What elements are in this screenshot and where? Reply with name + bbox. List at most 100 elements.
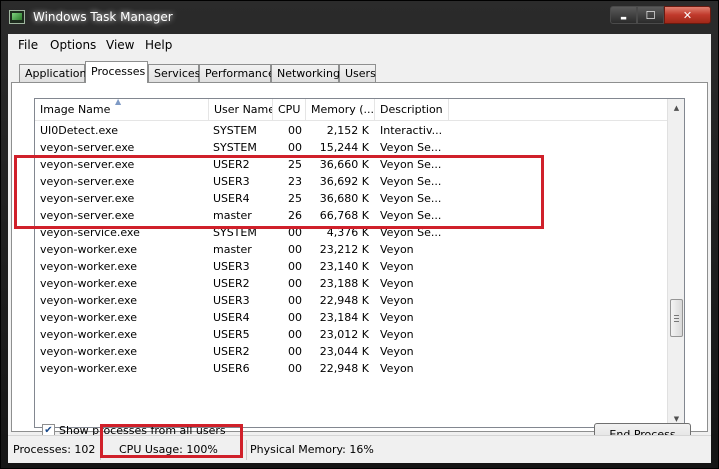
cell-memory: 2,152 K (326, 124, 369, 137)
column-cpu[interactable]: CPU (273, 99, 306, 121)
thumb-grip (674, 318, 679, 319)
menu-bar: File Options View Help (8, 34, 711, 56)
status-processes: Processes: 102 (13, 440, 101, 460)
status-physical-memory: Physical Memory: 16% (250, 443, 374, 456)
cell-user-name: SYSTEM (213, 226, 257, 239)
cell-cpu: 00 (288, 141, 302, 154)
cell-image-name: veyon-server.exe (40, 141, 135, 154)
cell-user-name: master (213, 209, 252, 222)
cell-image-name: veyon-server.exe (40, 209, 135, 222)
table-row[interactable]: veyon-server.exe USER2 25 36,660 K Veyon Se.… (35, 156, 667, 173)
cell-description: Veyon (380, 328, 414, 341)
cell-cpu: 00 (288, 260, 302, 273)
cell-cpu: 00 (288, 226, 302, 239)
table-row[interactable]: veyon-worker.exe USER3 00 23,140 K Veyon (35, 258, 667, 275)
tab-networking[interactable]: Networking (271, 64, 340, 82)
cell-memory: 22,948 K (319, 362, 369, 375)
table-row[interactable]: veyon-worker.exe USER3 00 22,948 K Veyon (35, 292, 667, 309)
cell-memory: 36,680 K (319, 192, 369, 205)
cell-user-name: USER6 (213, 362, 250, 375)
cell-cpu: 00 (288, 345, 302, 358)
tab-processes[interactable]: Processes (85, 61, 148, 83)
minimize-icon: ▬ (620, 14, 627, 22)
process-rows: UI0Detect.exe SYSTEM 00 2,152 K Interactiv..… (35, 122, 667, 377)
cell-description: Veyon (380, 294, 414, 307)
cell-image-name: veyon-worker.exe (40, 277, 137, 290)
column-memory[interactable]: Memory (... (306, 99, 375, 121)
processes-panel: ▲ Image Name User Name CPU Memory (... D… (11, 82, 708, 432)
table-row[interactable]: veyon-worker.exe USER2 00 23,188 K Veyon (35, 275, 667, 292)
scrollbar-thumb[interactable] (670, 299, 683, 337)
cell-memory: 22,948 K (319, 294, 369, 307)
window-title: Windows Task Manager (33, 10, 173, 24)
cell-image-name: veyon-worker.exe (40, 260, 137, 273)
menu-options[interactable]: Options (50, 38, 96, 52)
status-cpu-usage: CPU Usage: 100% (119, 440, 247, 460)
table-row[interactable]: veyon-worker.exe USER4 00 23,184 K Veyon (35, 309, 667, 326)
column-image-name-label: Image Name (40, 103, 111, 116)
cell-image-name: veyon-worker.exe (40, 345, 137, 358)
table-row[interactable]: veyon-worker.exe master 00 23,212 K Veyon (35, 241, 667, 258)
column-user-name[interactable]: User Name (209, 99, 273, 121)
thumb-grip (674, 315, 679, 316)
cell-cpu: 25 (288, 158, 302, 171)
checkmark-icon: ✔ (44, 424, 53, 436)
menu-file[interactable]: File (18, 38, 38, 52)
tab-services[interactable]: Services (148, 64, 200, 82)
column-image-name[interactable]: ▲ Image Name (35, 99, 209, 121)
cell-user-name: USER5 (213, 328, 250, 341)
title-bar[interactable]: Windows Task Manager ▬ ☐ ✕ (1, 1, 718, 34)
cell-user-name: SYSTEM (213, 141, 257, 154)
table-row[interactable]: veyon-service.exe SYSTEM 00 4,376 K Veyon Se… (35, 224, 667, 241)
cell-description: Veyon (380, 277, 414, 290)
column-description[interactable]: Description (375, 99, 449, 121)
task-manager-app-icon (9, 10, 25, 24)
cell-description: Veyon Se... (380, 158, 442, 171)
cell-memory: 23,184 K (319, 311, 369, 324)
cell-memory: 15,244 K (319, 141, 369, 154)
thumb-grip (674, 321, 679, 322)
menu-help[interactable]: Help (145, 38, 172, 52)
table-row[interactable]: veyon-server.exe master 26 66,768 K Veyon Se… (35, 207, 667, 224)
process-list: ▲ Image Name User Name CPU Memory (... D… (34, 98, 685, 428)
table-row[interactable]: veyon-server.exe USER3 23 36,692 K Veyon Se.… (35, 173, 667, 190)
tab-applications[interactable]: Applications (19, 64, 92, 82)
cell-cpu: 00 (288, 362, 302, 375)
cell-description: Veyon Se... (380, 141, 442, 154)
list-header: ▲ Image Name User Name CPU Memory (... D… (35, 99, 667, 121)
table-row[interactable]: UI0Detect.exe SYSTEM 00 2,152 K Interactiv..… (35, 122, 667, 139)
cell-cpu: 25 (288, 192, 302, 205)
cell-memory: 36,692 K (319, 175, 369, 188)
maximize-button[interactable]: ☐ (637, 6, 664, 24)
client-area: File Options View Help Applications Proc… (8, 34, 711, 463)
cell-user-name: USER3 (213, 175, 250, 188)
cell-memory: 23,044 K (319, 345, 369, 358)
cell-image-name: UI0Detect.exe (40, 124, 118, 137)
table-row[interactable]: veyon-worker.exe USER2 00 23,044 K Veyon (35, 343, 667, 360)
tab-users[interactable]: Users (339, 64, 376, 82)
cell-user-name: USER4 (213, 192, 250, 205)
cell-cpu: 00 (288, 328, 302, 341)
cell-memory: 36,660 K (319, 158, 369, 171)
cell-memory: 66,768 K (319, 209, 369, 222)
tab-performance[interactable]: Performance (199, 64, 275, 82)
cell-user-name: USER4 (213, 311, 250, 324)
close-button[interactable]: ✕ (664, 6, 711, 24)
table-row[interactable]: veyon-server.exe USER4 25 36,680 K Veyon Se.… (35, 190, 667, 207)
cell-memory: 23,188 K (319, 277, 369, 290)
minimize-button[interactable]: ▬ (610, 6, 637, 24)
menu-view[interactable]: View (106, 38, 134, 52)
cell-image-name: veyon-worker.exe (40, 243, 137, 256)
cell-image-name: veyon-worker.exe (40, 328, 137, 341)
vertical-scrollbar[interactable]: ▲ ▼ (667, 99, 684, 427)
sort-ascending-icon: ▲ (115, 99, 122, 106)
table-row[interactable]: veyon-worker.exe USER6 00 22,948 K Veyon (35, 360, 667, 377)
cell-user-name: SYSTEM (213, 124, 257, 137)
cell-memory: 23,140 K (319, 260, 369, 273)
task-manager-window: Windows Task Manager ▬ ☐ ✕ File Options … (0, 0, 719, 469)
cell-user-name: USER2 (213, 345, 250, 358)
cell-description: Veyon (380, 345, 414, 358)
table-row[interactable]: veyon-worker.exe USER5 00 23,012 K Veyon (35, 326, 667, 343)
scroll-up-icon[interactable]: ▲ (668, 99, 684, 116)
table-row[interactable]: veyon-server.exe SYSTEM 00 15,244 K Veyon Se… (35, 139, 667, 156)
